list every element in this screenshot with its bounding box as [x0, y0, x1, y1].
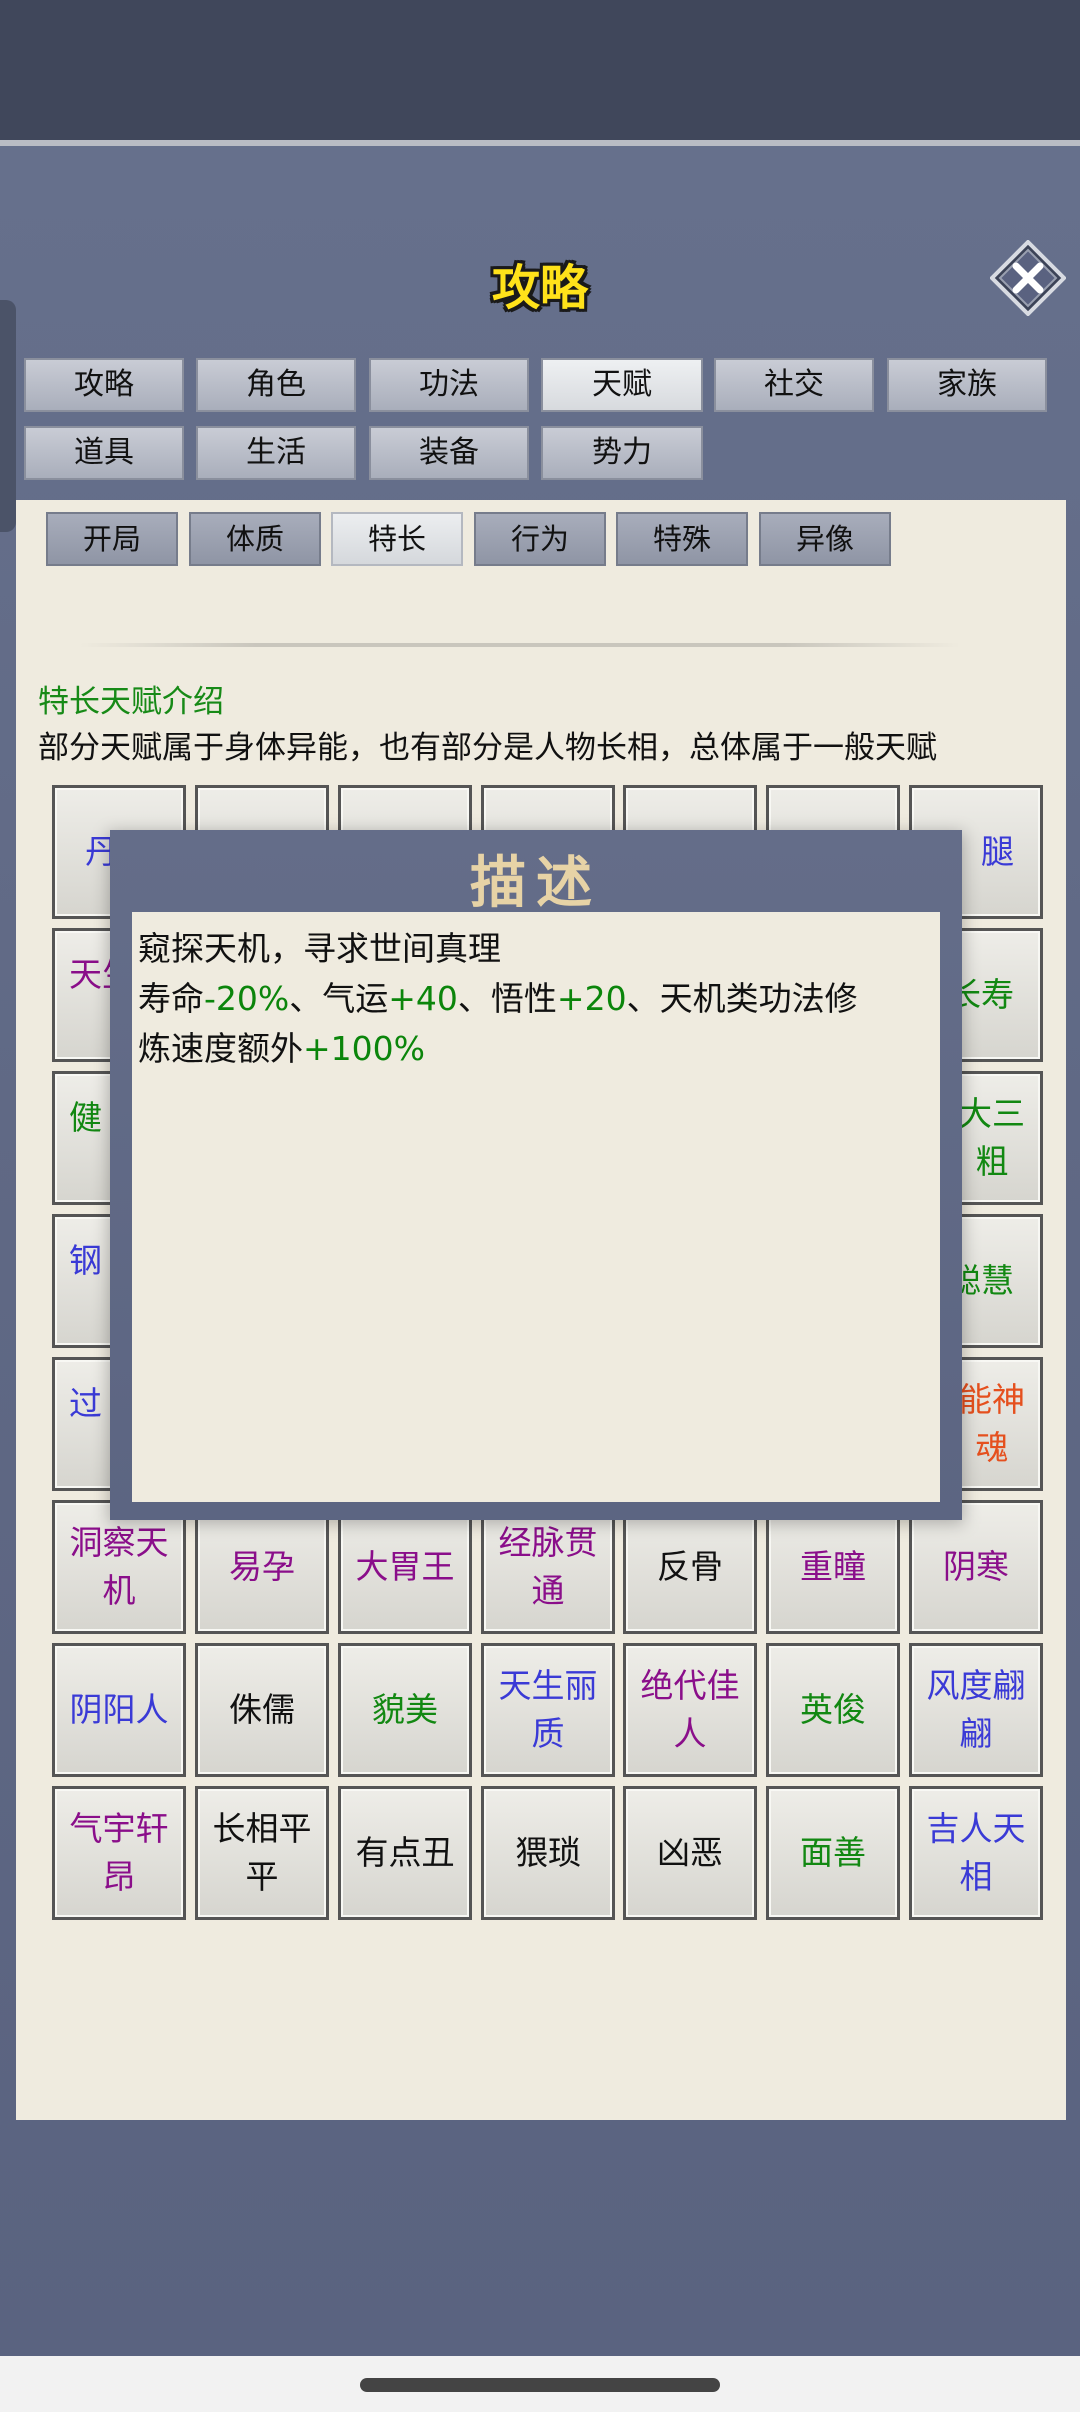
modal-title: 描述: [470, 850, 602, 916]
talent-cell[interactable]: 面善: [766, 1786, 900, 1920]
tab-life[interactable]: 生活: [196, 426, 356, 480]
modal-body: 窥探天机，寻求世间真理 寿命-20%、气运+40、悟性+20、天机类功法修 炼速…: [132, 912, 940, 1502]
talent-cell[interactable]: 天生丽质: [481, 1643, 615, 1777]
description-line-2: 寿命-20%、气运+40、悟性+20、天机类功法修: [138, 979, 858, 1018]
talent-cell[interactable]: 英俊: [766, 1643, 900, 1777]
tab-social[interactable]: 社交: [714, 358, 874, 412]
talent-cell[interactable]: 气宇轩昂: [52, 1786, 186, 1920]
subtab-behavior[interactable]: 行为: [474, 512, 606, 566]
status-bar-area: [0, 0, 1080, 140]
tab-character[interactable]: 角色: [196, 358, 356, 412]
tab-items[interactable]: 道具: [24, 426, 184, 480]
side-handle[interactable]: [0, 300, 16, 532]
description-modal: 描述 窥探天机，寻求世间真理 寿命-20%、气运+40、悟性+20、天机类功法修…: [110, 830, 962, 1520]
tab-talent[interactable]: 天赋: [541, 358, 703, 412]
tab-equipment[interactable]: 装备: [369, 426, 529, 480]
tab-family[interactable]: 家族: [887, 358, 1047, 412]
tab-strategy[interactable]: 攻略: [24, 358, 184, 412]
talent-cell[interactable]: 侏儒: [195, 1643, 329, 1777]
subtab-anomaly[interactable]: 异像: [759, 512, 891, 566]
close-x-icon: [989, 239, 1067, 317]
description-line-1: 窥探天机，寻求世间真理: [138, 929, 501, 968]
subtab-constitution[interactable]: 体质: [189, 512, 321, 566]
home-indicator[interactable]: [360, 2378, 720, 2392]
talent-cell[interactable]: 阴阳人: [52, 1643, 186, 1777]
talent-cell[interactable]: 绝代佳人: [623, 1643, 757, 1777]
tab-faction[interactable]: 势力: [541, 426, 703, 480]
talent-cell[interactable]: 貌美: [338, 1643, 472, 1777]
talent-cell[interactable]: 有点丑: [338, 1786, 472, 1920]
subtab-special[interactable]: 特殊: [616, 512, 748, 566]
section-description: 部分天赋属于身体异能，也有部分是人物长相，总体属于一般天赋: [38, 730, 937, 766]
talent-cell[interactable]: 吉人天相: [909, 1786, 1043, 1920]
talent-cell[interactable]: 凶恶: [623, 1786, 757, 1920]
talent-cell[interactable]: 风度翩翩: [909, 1643, 1043, 1777]
section-divider: [80, 643, 960, 647]
talent-cell[interactable]: 长相平平: [195, 1786, 329, 1920]
section-title: 特长天赋介绍: [38, 684, 224, 720]
close-button[interactable]: [989, 239, 1067, 317]
description-line-3: 炼速度额外+100%: [138, 1029, 425, 1068]
subtab-opening[interactable]: 开局: [46, 512, 178, 566]
subtab-specialty[interactable]: 特长: [331, 512, 463, 566]
talent-cell[interactable]: 猥琐: [481, 1786, 615, 1920]
tab-technique[interactable]: 功法: [369, 358, 529, 412]
page-title: 攻略: [491, 260, 588, 316]
